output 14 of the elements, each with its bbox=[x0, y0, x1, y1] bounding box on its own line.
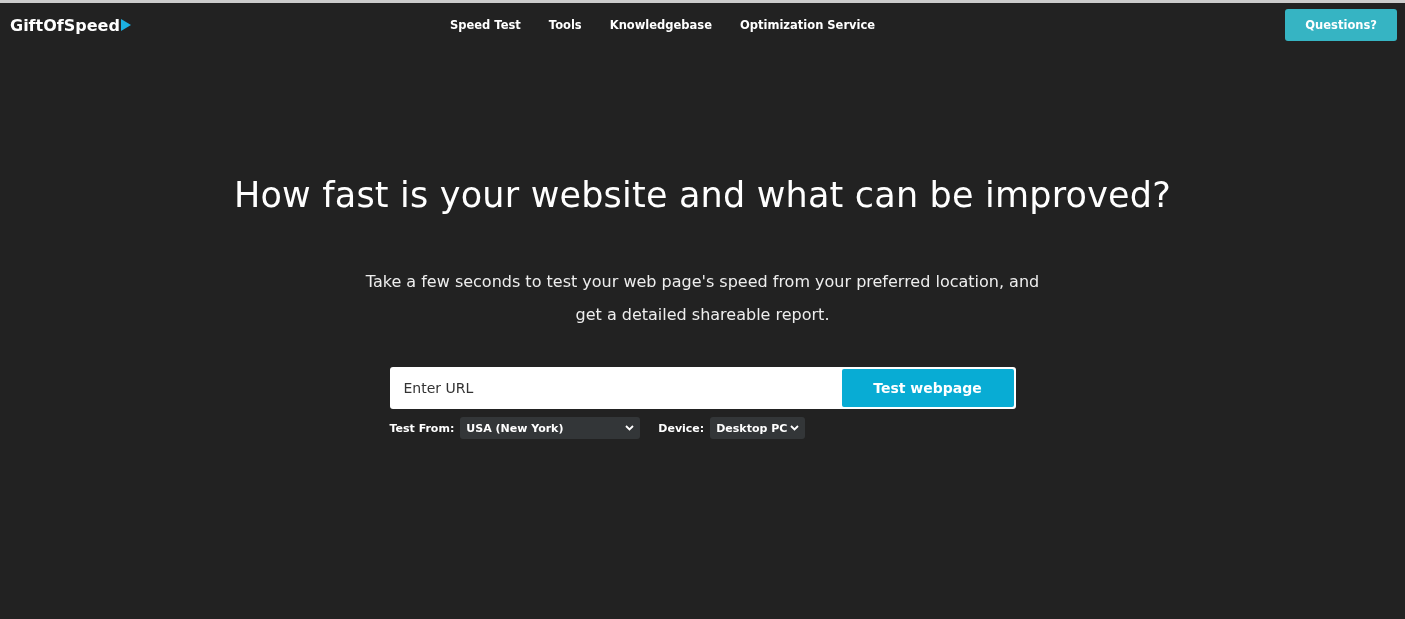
logo[interactable]: GiftOfSpeed bbox=[10, 15, 120, 35]
hero-subtitle: Take a few seconds to test your web page's speed from your preferred location, and get a detailed shareable report. bbox=[364, 271, 1041, 326]
nav-link[interactable]: Speed Test bbox=[450, 18, 521, 32]
nav-link[interactable]: Tools bbox=[548, 18, 582, 32]
play-arrow-icon bbox=[120, 19, 131, 31]
hero-title: How fast is your website and what can be improved? bbox=[234, 175, 1171, 215]
option-label: Test From: bbox=[389, 421, 455, 435]
chevron-down-icon bbox=[625, 425, 635, 431]
nav-link[interactable]: Knowledgebase bbox=[609, 18, 712, 32]
select-dropdown[interactable]: Desktop PC bbox=[710, 417, 806, 439]
nav-link[interactable]: Optimization Service bbox=[740, 18, 876, 32]
chevron-down-icon bbox=[790, 425, 800, 431]
option-label: Device: bbox=[658, 421, 705, 435]
select-dropdown[interactable]: USA (New York) bbox=[460, 417, 641, 439]
